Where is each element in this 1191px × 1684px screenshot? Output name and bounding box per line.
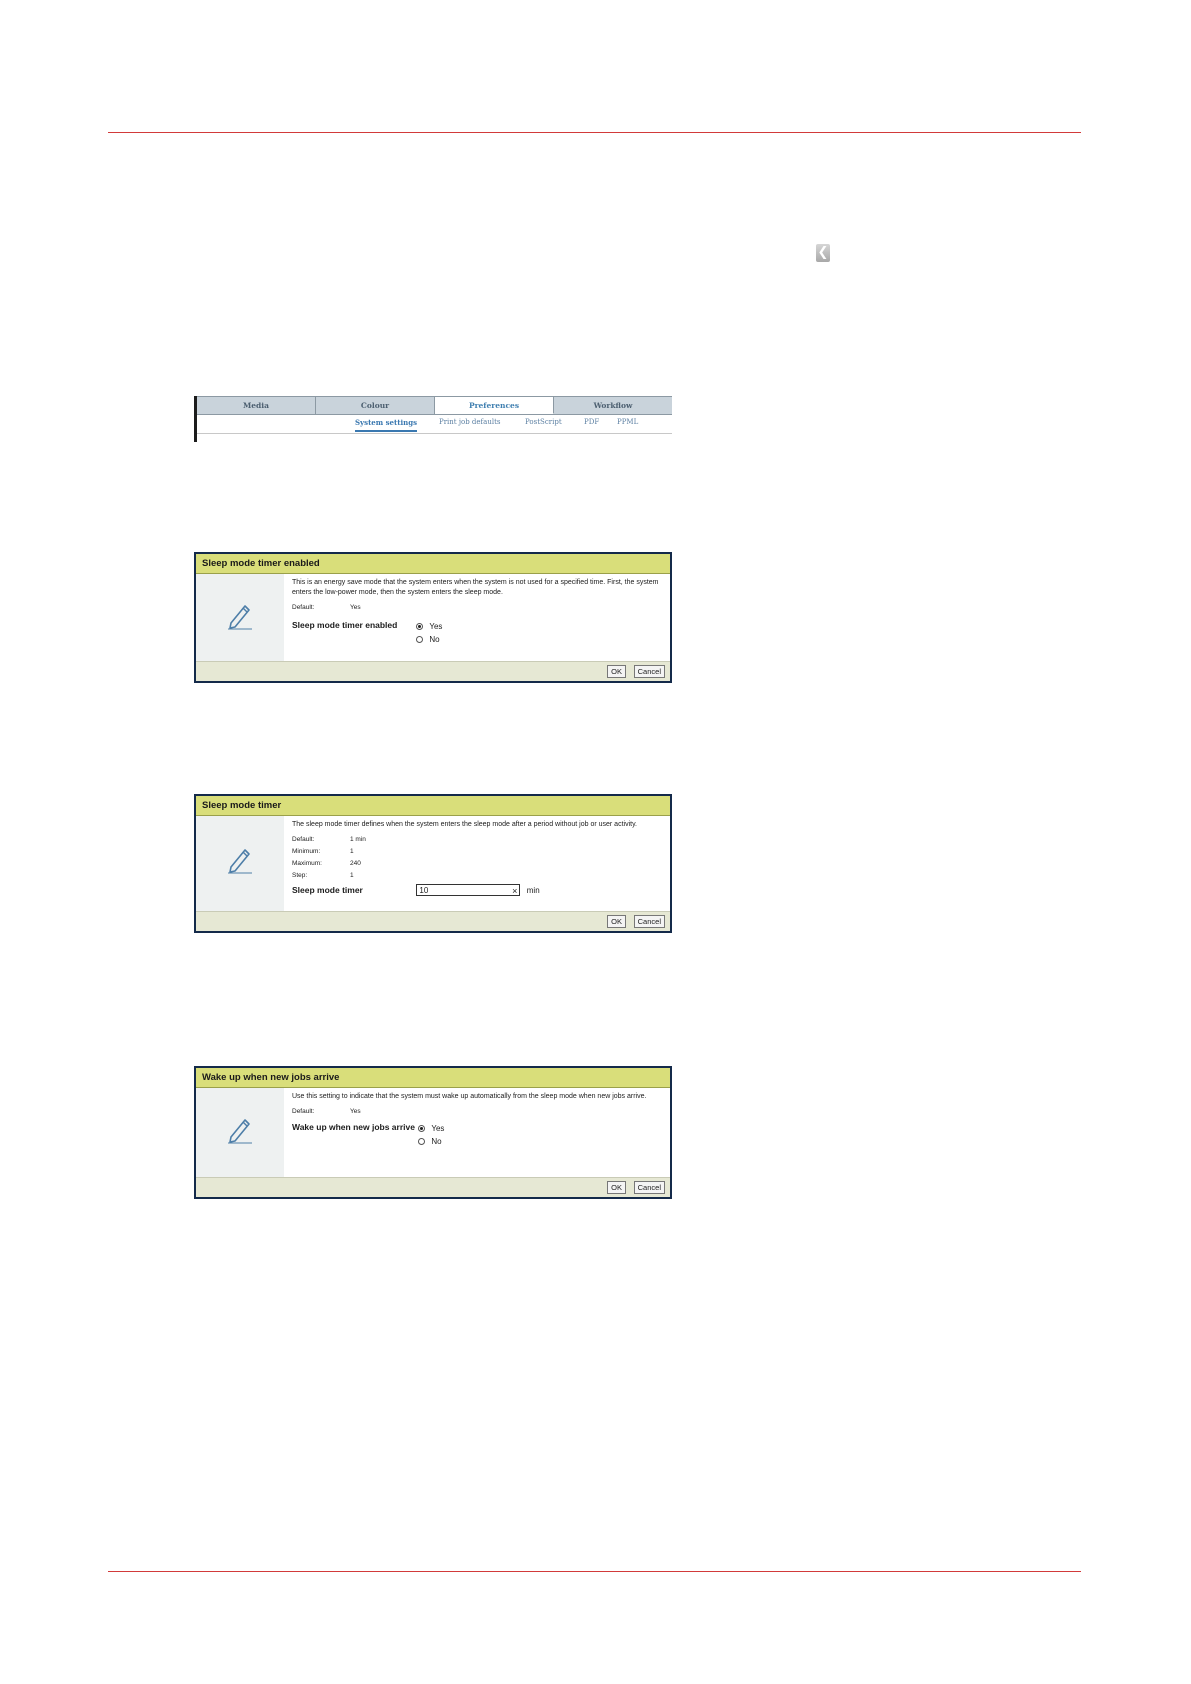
icon-panel bbox=[196, 816, 284, 913]
setting-description: This is an energy save mode that the sys… bbox=[292, 579, 659, 596]
dialog-footer: OK Cancel bbox=[196, 661, 670, 681]
radio-option-yes[interactable]: Yes bbox=[416, 620, 442, 633]
minimum-row: Minimum: 1 bbox=[292, 846, 664, 858]
dialog-title: Sleep mode timer enabled bbox=[196, 554, 670, 574]
step-row: Step: 1 bbox=[292, 870, 664, 882]
main-tabs: Media Colour Preferences Workflow bbox=[197, 396, 672, 415]
sleep-timer-input[interactable]: 10 × bbox=[416, 884, 521, 897]
setting-description: Use this setting to indicate that the sy… bbox=[292, 1093, 647, 1100]
radio-option-no[interactable]: No bbox=[418, 1135, 444, 1148]
setting-row: Sleep mode timer 10 × min bbox=[292, 884, 664, 896]
setting-row: Wake up when new jobs arrive Yes No bbox=[292, 1122, 664, 1148]
settings-tab-bar: Media Colour Preferences Workflow System… bbox=[194, 396, 672, 442]
dialog-content: This is an energy save mode that the sys… bbox=[292, 578, 664, 646]
cancel-button[interactable]: Cancel bbox=[633, 665, 665, 678]
icon-panel bbox=[196, 1088, 284, 1179]
minimum-value: 1 bbox=[350, 848, 354, 855]
default-label: Default: bbox=[292, 836, 315, 843]
maximum-row: Maximum: 240 bbox=[292, 858, 664, 870]
pencil-icon bbox=[228, 849, 252, 874]
default-value: Yes bbox=[350, 1108, 361, 1115]
setting-row: Sleep mode timer enabled Yes No bbox=[292, 620, 664, 646]
default-row: Default: Yes bbox=[292, 1106, 664, 1118]
default-value: Yes bbox=[350, 604, 361, 611]
radio-yes[interactable] bbox=[418, 1125, 426, 1132]
subtab-system-settings[interactable]: System settings bbox=[355, 418, 418, 432]
dialog-content: The sleep mode timer defines when the sy… bbox=[292, 820, 664, 896]
radio-group: Yes No bbox=[416, 620, 442, 646]
setting-description: The sleep mode timer defines when the sy… bbox=[292, 821, 637, 828]
radio-no[interactable] bbox=[418, 1138, 426, 1145]
pencil-icon bbox=[228, 605, 252, 630]
subtab-pdf[interactable]: PDF bbox=[584, 418, 599, 426]
radio-label-no: No bbox=[431, 1137, 442, 1146]
ok-button[interactable]: OK bbox=[607, 915, 626, 928]
default-label: Default: bbox=[292, 1108, 315, 1115]
dialog-body: The sleep mode timer defines when the sy… bbox=[196, 816, 670, 913]
unit-label: min bbox=[526, 885, 540, 895]
dialog-footer: OK Cancel bbox=[196, 911, 670, 931]
step-label: Step: bbox=[292, 872, 308, 879]
ok-button[interactable]: OK bbox=[607, 665, 626, 678]
radio-yes[interactable] bbox=[416, 623, 424, 630]
setting-label: Sleep mode timer bbox=[292, 884, 363, 895]
default-row: Default: 1 min bbox=[292, 834, 664, 846]
icon-panel bbox=[196, 574, 284, 663]
dialog-title: Wake up when new jobs arrive bbox=[196, 1068, 670, 1088]
step-value: 1 bbox=[350, 872, 354, 879]
setting-label: Wake up when new jobs arrive bbox=[292, 1122, 415, 1132]
dialog-content: Use this setting to indicate that the sy… bbox=[292, 1092, 664, 1148]
radio-group: Yes No bbox=[418, 1122, 444, 1148]
dialog-body: This is an energy save mode that the sys… bbox=[196, 574, 670, 663]
header-rule bbox=[108, 132, 1081, 133]
cancel-button[interactable]: Cancel bbox=[633, 1181, 665, 1194]
tab-media[interactable]: Media bbox=[197, 397, 316, 414]
maximum-label: Maximum: bbox=[292, 860, 322, 867]
radio-option-yes[interactable]: Yes bbox=[418, 1122, 444, 1135]
minimum-label: Minimum: bbox=[292, 848, 321, 855]
default-label: Default: bbox=[292, 604, 315, 611]
input-value: 10 bbox=[419, 886, 429, 895]
dialog-title: Sleep mode timer bbox=[196, 796, 670, 816]
sleep-mode-timer-dialog: Sleep mode timer The sleep mode timer de… bbox=[194, 794, 672, 933]
maximum-value: 240 bbox=[350, 860, 361, 867]
default-value: 1 min bbox=[350, 836, 366, 843]
clear-icon[interactable]: × bbox=[512, 885, 517, 897]
radio-label-yes: Yes bbox=[431, 1124, 445, 1133]
tab-preferences[interactable]: Preferences bbox=[435, 397, 554, 414]
dialog-footer: OK Cancel bbox=[196, 1177, 670, 1197]
pencil-icon bbox=[228, 1119, 252, 1144]
wake-up-dialog: Wake up when new jobs arrive Use this se… bbox=[194, 1066, 672, 1199]
chevron-left-icon: ❮ bbox=[817, 245, 829, 260]
setting-label: Sleep mode timer enabled bbox=[292, 620, 398, 630]
radio-label-yes: Yes bbox=[429, 622, 443, 631]
radio-option-no[interactable]: No bbox=[416, 633, 442, 646]
radio-label-no: No bbox=[429, 635, 440, 644]
subtab-print-job-defaults[interactable]: Print job defaults bbox=[439, 418, 500, 426]
cancel-button[interactable]: Cancel bbox=[633, 915, 665, 928]
ok-button[interactable]: OK bbox=[607, 1181, 626, 1194]
radio-no[interactable] bbox=[416, 636, 424, 643]
tab-colour[interactable]: Colour bbox=[316, 397, 435, 414]
dialog-body: Use this setting to indicate that the sy… bbox=[196, 1088, 670, 1179]
subtab-postscript[interactable]: PostScript bbox=[525, 418, 562, 426]
sleep-mode-enabled-dialog: Sleep mode timer enabled This is an ener… bbox=[194, 552, 672, 683]
footer-rule bbox=[108, 1571, 1081, 1572]
subtab-ppml[interactable]: PPML bbox=[617, 418, 638, 426]
default-row: Default: Yes bbox=[292, 602, 664, 614]
back-button[interactable]: ❮ bbox=[816, 244, 830, 262]
tab-workflow[interactable]: Workflow bbox=[554, 397, 672, 414]
sub-tabs: System settings Print job defaults PostS… bbox=[197, 415, 672, 434]
